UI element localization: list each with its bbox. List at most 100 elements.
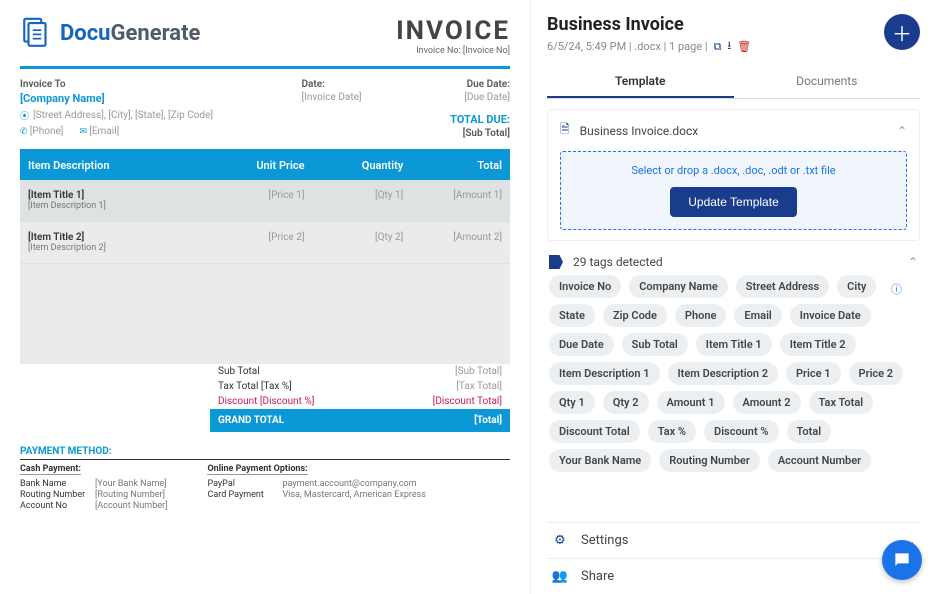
items-header: Item Description Unit Price Quantity Tot… [20,149,510,180]
file-name: Business Invoice.docx [580,124,887,138]
th-total: Total [403,159,502,172]
tag-chip[interactable]: Price 2 [849,362,904,385]
tag-chip[interactable]: Tax Total [809,391,874,414]
account-key: Account No [20,501,95,511]
tag-chip[interactable]: Account Number [768,449,871,472]
tab-documents[interactable]: Documents [734,66,921,98]
tab-template[interactable]: Template [547,66,734,98]
tag-chip[interactable]: Item Title 1 [696,333,772,356]
invoice-to-label: Invoice To [20,79,213,90]
item-desc: [Item Description 1] [28,201,206,211]
cash-title: Cash Payment: [20,464,81,475]
tag-chip[interactable]: Street Address [736,275,829,298]
phone: [Phone] [30,126,64,137]
due-value: [Due Date] [450,92,510,103]
tag-chip[interactable]: State [549,304,595,327]
item-desc: [Item Description 2] [28,243,206,253]
item-row: [Item Title 1] [Item Description 1] [Pri… [20,180,510,222]
routing-key: Routing Number [20,490,95,500]
tag-chip[interactable]: Qty 2 [603,391,649,414]
tag-chip[interactable]: Item Title 2 [780,333,856,356]
map-pin-icon: ⦿ [20,109,29,122]
tag-chip[interactable]: Amount 2 [733,391,801,414]
chat-fab[interactable] [882,540,922,580]
discount-label: Discount [Discount %] [218,396,314,407]
chevron-up-icon: ⌃ [897,124,907,138]
item-qty: [Qty 2] [305,232,404,253]
tag-chip[interactable]: Zip Code [603,304,667,327]
routing-val: [Routing Number] [95,490,165,500]
tag-chip[interactable]: Total [787,420,832,443]
meta-text: 6/5/24, 5:49 PM | .docx | 1 page | [547,40,708,53]
tag-chip[interactable]: Qty 1 [549,391,595,414]
address: [Street Address], [City], [State], [Zip … [33,110,213,121]
settings-row[interactable]: ⚙ Settings ⌄ [547,522,920,558]
file-accordion-head[interactable]: 🗎 Business Invoice.docx ⌃ [560,120,907,141]
grand-value: [Total] [474,415,502,426]
date-label: Date: [302,79,362,90]
tag-chip[interactable]: Invoice Date [790,304,871,327]
invoice-preview: DocuGenerate INVOICE Invoice No: [Invoic… [0,0,530,594]
tag-chip[interactable]: Item Description 2 [668,362,779,385]
item-row: [Item Title 2] [Item Description 2] [Pri… [20,222,510,264]
th-price: Unit Price [206,159,305,172]
date-value: [Invoice Date] [302,92,362,103]
tag-chip[interactable]: Discount % [704,420,778,443]
tag-chip[interactable]: Email [734,304,781,327]
tag-chip[interactable]: Tax % [648,420,696,443]
tag-chip[interactable]: Due Date [549,333,614,356]
online-col: Online Payment Options: PayPalpayment.ac… [207,464,425,511]
th-description: Item Description [28,159,206,172]
invoice-number: Invoice No: [Invoice No] [396,46,510,56]
tag-cloud: ⓘ Invoice No Company Name Street Address Ci… [547,273,920,476]
bank-name-key: Bank Name [20,479,95,489]
tag-chip[interactable]: Amount 1 [657,391,725,414]
delete-icon[interactable]: 🗑 [737,40,751,53]
tag-chip[interactable]: Routing Number [659,449,760,472]
docs-icon [20,16,54,50]
tags-section: 29 tags detected ⌃ ⓘ Invoice No Company N… [547,251,920,476]
tag-chip[interactable]: Phone [675,304,727,327]
th-qty: Quantity [305,159,404,172]
paypal-key: PayPal [207,479,282,489]
tag-chip[interactable]: Price 1 [786,362,841,385]
tags-accordion-head[interactable]: 29 tags detected ⌃ [547,251,920,273]
invoice-header: DocuGenerate INVOICE Invoice No: [Invoic… [20,16,510,69]
tabs: Template Documents [547,66,920,99]
invoice-title-block: INVOICE Invoice No: [Invoice No] [396,16,510,56]
tag-chip[interactable]: Company Name [629,275,728,298]
file-accordion: 🗎 Business Invoice.docx ⌃ Select or drop… [547,109,920,241]
gear-icon: ⚙ [551,533,569,548]
update-template-button[interactable]: Update Template [670,187,797,217]
dropzone[interactable]: Select or drop a .docx, .doc, .odt or .t… [560,151,907,230]
invoice-title: INVOICE [396,16,510,46]
share-row[interactable]: 👥 Share [547,558,920,594]
totals-block: Sub Total[Sub Total] Tax Total [Tax %][T… [20,364,510,432]
tags-count: 29 tags detected [573,255,898,269]
tag-chip[interactable]: Discount Total [549,420,640,443]
tag-chip[interactable]: Sub Total [622,333,688,356]
meta-line: 6/5/24, 5:49 PM | .docx | 1 page | ⧉ ⭳ 🗑 [547,37,751,56]
info-icon[interactable]: ⓘ [891,281,902,297]
subtotal-label: Sub Total [218,366,260,377]
tag-chip[interactable]: Item Description 1 [549,362,660,385]
date-col: Date: [Invoice Date] [302,79,362,139]
tag-chip[interactable]: Invoice No [549,275,621,298]
subtotal-value: [Sub Total] [455,366,502,377]
company-name: [Company Name] [20,92,213,105]
card-key: Card Payment [207,490,282,500]
item-title: [Item Title 1] [28,190,206,201]
grand-label: GRAND TOTAL [218,415,284,426]
online-title: Online Payment Options: [207,464,307,475]
download-icon[interactable]: ⭳ [727,37,731,56]
paypal-val: payment.account@company.com [282,479,416,489]
tax-value: [Tax Total] [456,381,502,392]
item-price: [Price 1] [206,190,305,211]
item-qty: [Qty 1] [305,190,404,211]
account-val: [Account Number] [95,501,167,511]
payment-title: PAYMENT METHOD: [20,446,510,460]
add-button[interactable]: ＋ [884,14,920,50]
tag-chip[interactable]: City [837,275,876,298]
copy-icon[interactable]: ⧉ [714,40,722,54]
tag-chip[interactable]: Your Bank Name [549,449,651,472]
